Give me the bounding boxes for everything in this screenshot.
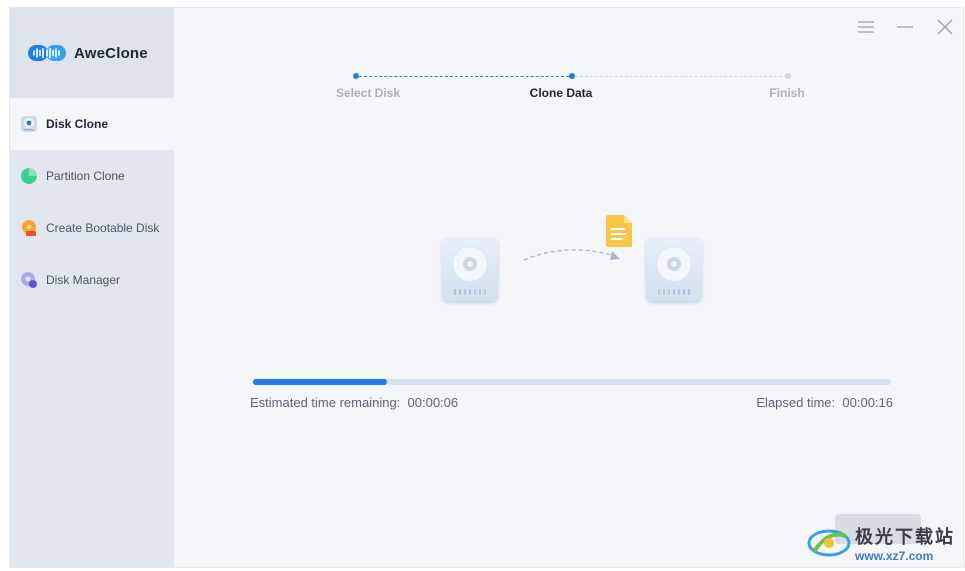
watermark: 极光下载站 www.xz7.com [807,523,955,563]
step-label-select-disk: Select Disk [335,86,401,100]
elapsed-time: Elapsed time: 00:00:16 [756,395,893,410]
watermark-title: 极光下载站 [855,527,955,547]
step-label-finish: Finish [769,86,805,100]
remaining-label: Estimated time remaining: [250,395,401,410]
source-disk-icon [442,237,498,301]
watermark-logo-icon [807,529,851,557]
elapsed-label: Elapsed time: [756,395,836,410]
target-disk-icon [646,237,702,301]
watermark-url: www.xz7.com [855,549,934,563]
step-dot-finish [785,73,791,79]
step-dot-clone-data [569,73,575,79]
remaining-value: 00:00:06 [407,395,459,410]
step-dot-select-disk [353,73,359,79]
elapsed-value: 00:00:16 [842,395,893,410]
step-label-clone-data: Clone Data [529,86,593,100]
estimated-time-remaining: Estimated time remaining: 00:00:06 [250,395,458,410]
step-connector-done [359,76,569,77]
step-connector-pending [575,76,787,77]
app-window: AweClone Disk Clone Partition Clone Crea… [9,7,964,568]
document-icon [606,215,632,247]
clone-progress-bar [253,379,891,385]
clone-progress-fill [253,379,387,385]
